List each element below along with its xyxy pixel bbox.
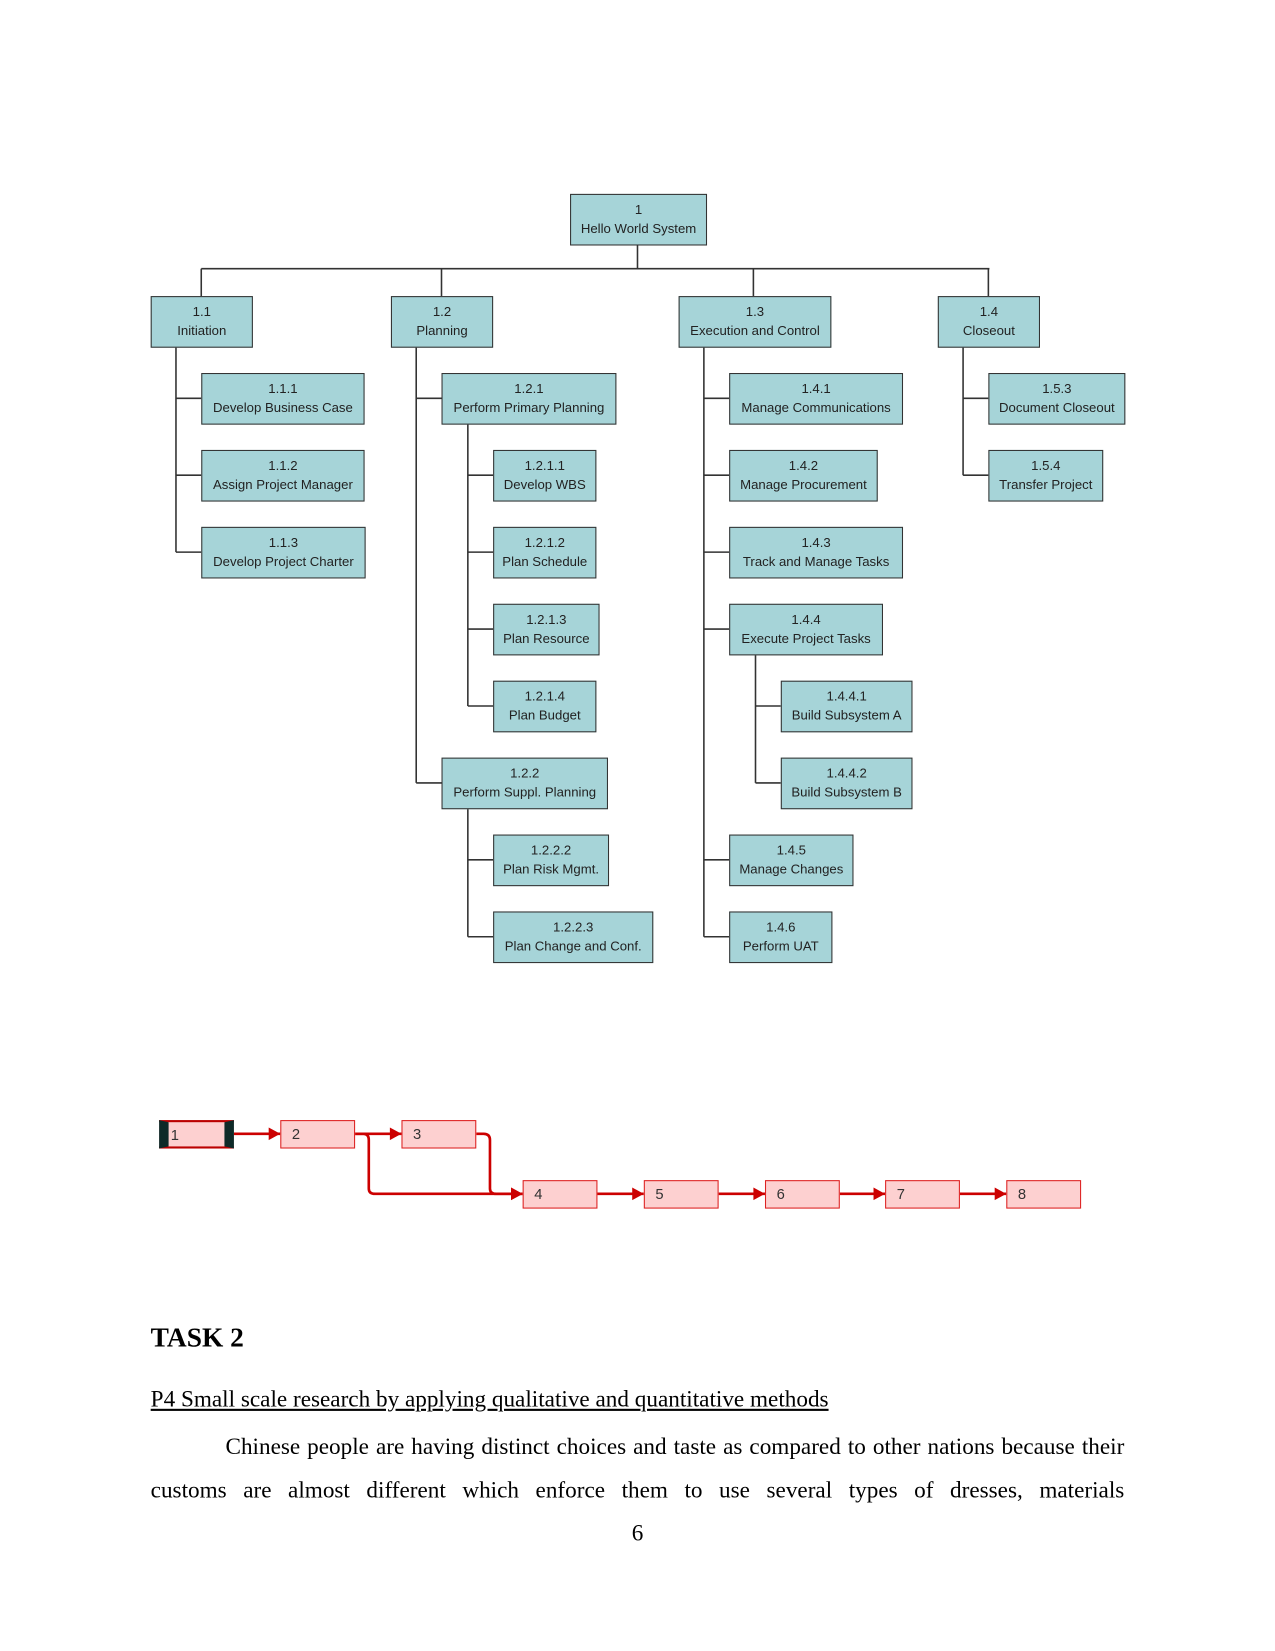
network-task-6: 6 — [764, 1180, 840, 1209]
network-task-3: 3 — [401, 1120, 477, 1149]
body-paragraph: Chinese people are having distinct choic… — [150, 1433, 1125, 1503]
arrowhead-icon — [873, 1187, 886, 1201]
network-task-2: 2 — [280, 1120, 356, 1149]
dependency-3-4 — [476, 1132, 523, 1196]
section-title: TASK 2 — [150, 1322, 244, 1353]
network-task-4: 4 — [522, 1180, 598, 1209]
arrowhead-icon — [389, 1127, 402, 1141]
network-task-1: 1 — [159, 1120, 234, 1149]
page-number: 6 — [631, 1519, 644, 1546]
subheading: P4 Small scale research by applying qual… — [150, 1385, 829, 1412]
document-page: 1 Hello World System 1.1 Initiation 1.2 Plann… — [0, 0, 1275, 1651]
network-task-5: 5 — [643, 1180, 719, 1209]
arrowhead-icon — [268, 1127, 281, 1141]
arrowhead-icon — [511, 1187, 523, 1201]
arrowhead-icon — [632, 1187, 644, 1201]
network-task-8: 8 — [1006, 1180, 1082, 1209]
arrowhead-icon — [994, 1187, 1007, 1201]
arrowhead-icon — [753, 1187, 765, 1201]
network-task-7: 7 — [885, 1180, 960, 1209]
